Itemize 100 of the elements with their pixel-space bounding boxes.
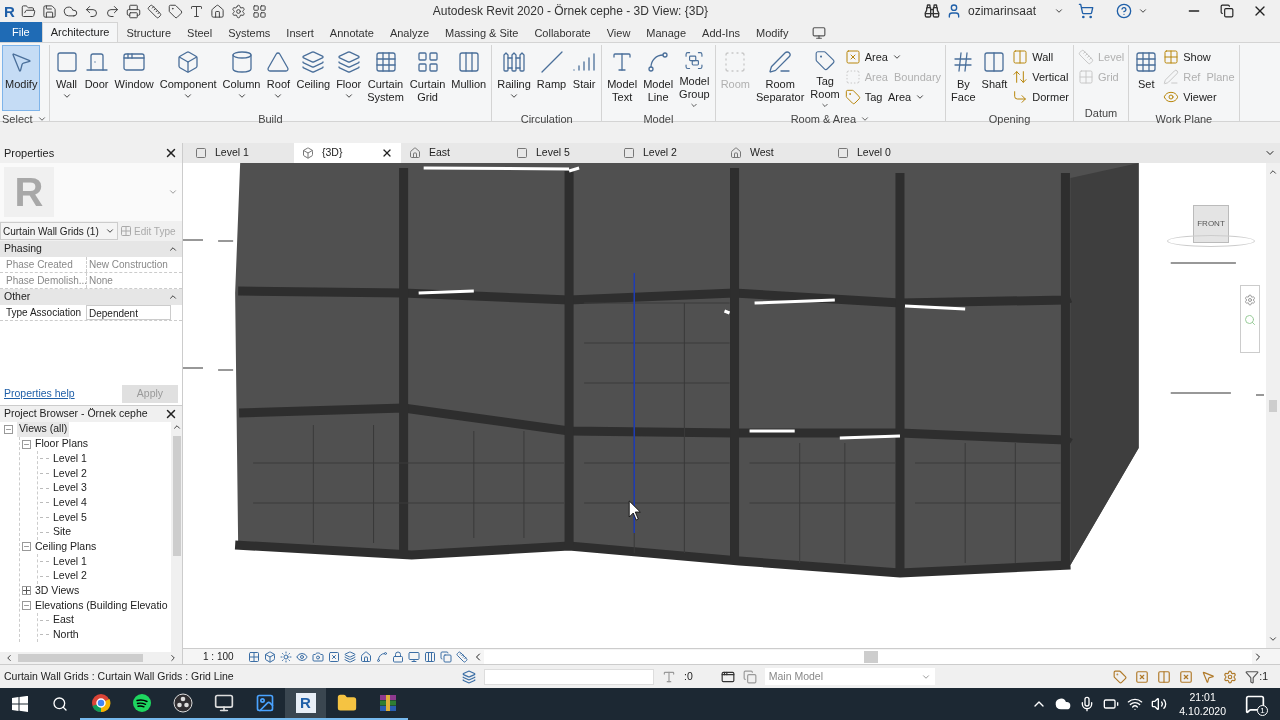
- document-tab[interactable]: Level 5: [508, 143, 615, 163]
- collapse-icon[interactable]: [168, 292, 178, 302]
- ribbon-tool[interactable]: Mullion: [448, 45, 490, 111]
- view-control-icon[interactable]: [456, 650, 468, 663]
- properties-help-link[interactable]: Properties help: [0, 386, 75, 402]
- tab-options-icon[interactable]: [812, 26, 827, 40]
- ribbon-tool[interactable]: Column: [219, 45, 264, 111]
- ribbon-tool[interactable]: Room Separator: [753, 45, 808, 111]
- selection-option-icon[interactable]: [1113, 669, 1128, 684]
- tree-item[interactable]: Level 4: [53, 494, 87, 511]
- scroll-thumb[interactable]: [1269, 399, 1277, 412]
- view-control-icon[interactable]: [280, 650, 292, 663]
- tree-item[interactable]: East: [53, 612, 74, 629]
- editing-icon[interactable]: [662, 669, 676, 684]
- text-icon[interactable]: [188, 3, 204, 19]
- collapse-toggle[interactable]: [4, 424, 13, 434]
- view-control-icon[interactable]: [376, 650, 388, 663]
- clock[interactable]: 21:01 4.10.2020: [1179, 690, 1226, 718]
- selection-option-icon[interactable]: [1135, 669, 1150, 684]
- ribbon-tool[interactable]: Ramp: [533, 45, 570, 111]
- ribbon-tool[interactable]: Curtain System: [364, 45, 407, 111]
- scroll-left-icon[interactable]: [4, 653, 14, 663]
- cart-icon[interactable]: [1078, 3, 1094, 19]
- ribbon-tool[interactable]: Set: [1131, 45, 1162, 111]
- ribbon-tab[interactable]: Manage: [638, 24, 695, 42]
- cloud-icon[interactable]: [1055, 696, 1072, 712]
- ribbon-tool[interactable]: Model Line: [640, 45, 677, 111]
- close-icon[interactable]: [164, 146, 178, 160]
- ribbon-tool[interactable]: Wall: [1010, 47, 1071, 67]
- ribbon-tool[interactable]: Door: [81, 45, 112, 111]
- ribbon-tab[interactable]: Structure: [118, 24, 180, 42]
- tree-item[interactable]: Site: [53, 524, 72, 541]
- ribbon-tool[interactable]: Show: [1161, 47, 1237, 67]
- ribbon-tool[interactable]: Roof: [263, 45, 294, 111]
- user-name[interactable]: ozimarinsaat: [968, 2, 1048, 20]
- view-control-icon[interactable]: [296, 650, 308, 663]
- ribbon-tab[interactable]: Analyze: [381, 24, 438, 42]
- tree-item[interactable]: Level 1: [53, 450, 87, 467]
- collapse-icon[interactable]: [168, 244, 178, 254]
- ribbon-tool[interactable]: Model Text: [604, 45, 641, 111]
- ribbon-tab[interactable]: View: [598, 24, 639, 42]
- scroll-up-icon[interactable]: [171, 422, 182, 432]
- tree-item[interactable]: Level 3: [53, 480, 87, 496]
- document-tab[interactable]: East: [401, 143, 508, 163]
- ribbon-tab[interactable]: Modify: [748, 24, 797, 42]
- print-icon[interactable]: [125, 3, 141, 19]
- ribbon-tool[interactable]: Shaft: [978, 45, 1011, 111]
- tree-item[interactable]: 3D Views: [35, 583, 80, 599]
- tree-item[interactable]: Floor Plans: [35, 436, 89, 452]
- ribbon-tab[interactable]: Annotate: [321, 24, 382, 42]
- binoculars-icon[interactable]: [924, 3, 940, 19]
- selection-option-icon[interactable]: [1201, 669, 1216, 684]
- document-tab[interactable]: West: [722, 143, 829, 163]
- ribbon-tool[interactable]: Floor: [333, 45, 365, 111]
- view-control-icon[interactable]: [248, 650, 260, 663]
- ribbon-tab[interactable]: Steel: [179, 24, 221, 42]
- view-control-icon[interactable]: [344, 650, 356, 663]
- options-icon[interactable]: [742, 669, 757, 684]
- sync-icon[interactable]: [62, 3, 78, 19]
- view-control-icon[interactable]: [360, 650, 372, 663]
- app-logo[interactable]: R: [4, 3, 15, 19]
- scroll-down-icon[interactable]: [1268, 634, 1278, 644]
- scroll-up-icon[interactable]: [1268, 167, 1278, 177]
- property-value[interactable]: Dependent: [86, 305, 171, 320]
- view-control-icon[interactable]: [312, 650, 324, 663]
- collapse-toggle[interactable]: [22, 542, 31, 552]
- workset-field[interactable]: [484, 668, 654, 685]
- view-control-icon[interactable]: [392, 650, 404, 663]
- windows-logo-icon[interactable]: [12, 696, 28, 712]
- tree-item[interactable]: Views (all): [17, 422, 70, 438]
- view-cube[interactable]: FRONT: [1166, 205, 1256, 255]
- view-control-icon[interactable]: [264, 650, 276, 663]
- model-dropdown[interactable]: Main Model: [764, 668, 935, 685]
- ribbon-tool[interactable]: Tag Area: [842, 87, 944, 107]
- ribbon-tool[interactable]: Viewer: [1161, 87, 1237, 107]
- tree-item[interactable]: Elevations (Building Elevatio: [35, 597, 168, 614]
- ribbon-tool[interactable]: Area: [842, 47, 944, 67]
- ribbon-tool[interactable]: Component: [156, 45, 220, 111]
- speaker-icon[interactable]: [1151, 696, 1168, 712]
- ribbon-tool[interactable]: Ceiling: [293, 45, 334, 111]
- measure-icon[interactable]: [146, 3, 162, 19]
- tag-icon[interactable]: [167, 3, 183, 19]
- ribbon-tool[interactable]: Curtain Grid: [406, 45, 449, 111]
- type-selector[interactable]: Curtain Wall Grids (1): [0, 222, 118, 240]
- ribbon-tab[interactable]: Systems: [220, 24, 279, 42]
- tree-item[interactable]: Ceiling Plans: [35, 538, 97, 555]
- design-options-icon[interactable]: [720, 669, 735, 684]
- selection-option-icon[interactable]: [1223, 669, 1238, 684]
- restore-icon[interactable]: [1220, 4, 1234, 18]
- tree-item[interactable]: North: [53, 627, 79, 643]
- view-control-icon[interactable]: [408, 650, 420, 663]
- ribbon-tool[interactable]: Tag Room: [807, 45, 843, 111]
- ribbon-tool[interactable]: Model Group: [676, 45, 713, 111]
- tree-item[interactable]: Level 1: [53, 553, 87, 570]
- scrollbar[interactable]: [484, 649, 1252, 664]
- ribbon-tool[interactable]: Modify: [2, 45, 41, 111]
- document-tab[interactable]: Level 1: [187, 143, 294, 163]
- expand-toggle[interactable]: [22, 586, 31, 596]
- ribbon-tool[interactable]: Vertical: [1010, 67, 1071, 87]
- scrollbar[interactable]: [0, 652, 182, 664]
